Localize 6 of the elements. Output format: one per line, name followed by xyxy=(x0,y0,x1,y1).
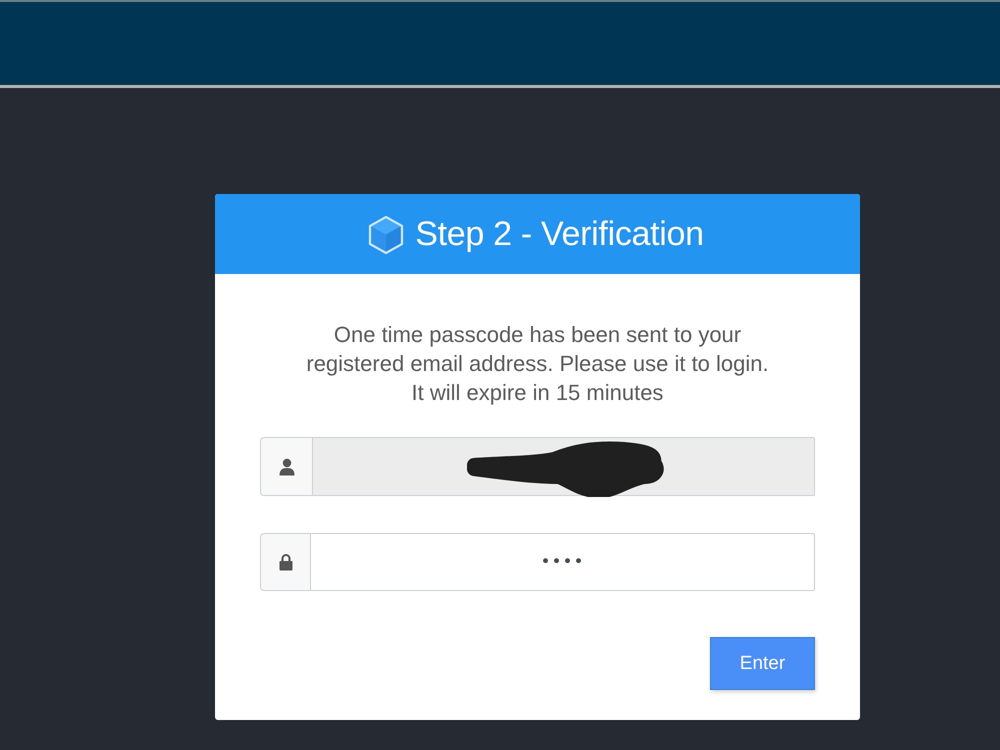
card-title: Step 2 - Verification xyxy=(415,214,704,254)
lock-icon xyxy=(278,553,292,571)
user-icon xyxy=(278,458,294,476)
cube-icon xyxy=(367,215,406,255)
password-field[interactable]: •••• xyxy=(310,533,815,591)
info-message: One time passcode has been sent to your registered email address. Please use it to login. It will expire in 15 minutes xyxy=(305,321,770,407)
